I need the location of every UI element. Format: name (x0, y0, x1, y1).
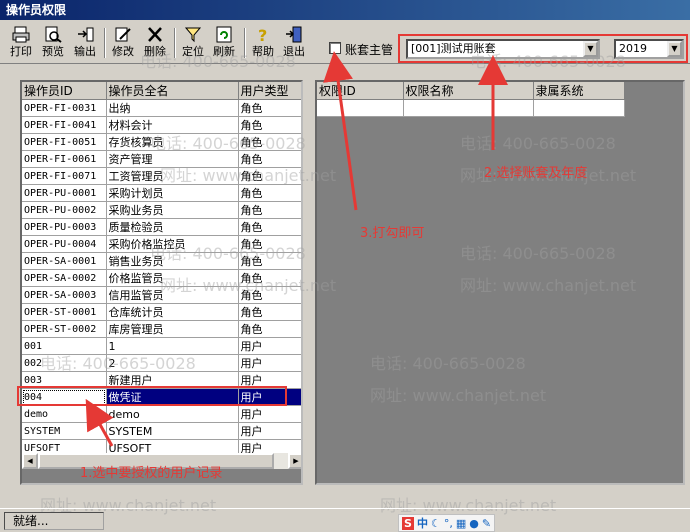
annotation-step2: 2.选择账套及年度 (484, 166, 588, 181)
keyboard-icon[interactable]: ▦ (456, 517, 466, 530)
moon-icon[interactable]: ☾ (431, 517, 441, 530)
status-text: 就绪... (4, 512, 104, 530)
annotation-arrows (85, 51, 508, 447)
annotation-step3: 3.打勾即可 (360, 226, 425, 241)
user-icon[interactable]: ● (469, 517, 479, 530)
wrench-icon[interactable]: ✎ (482, 517, 491, 530)
status-bar: 就绪... (0, 508, 690, 532)
arrow-step3 (323, 51, 358, 211)
sogou-icon[interactable]: S (402, 516, 414, 530)
punctuation-icon[interactable]: °, (444, 517, 453, 530)
ime-toolbar[interactable]: S 中 ☾ °, ▦ ● ✎ (398, 514, 496, 532)
chinese-mode-icon[interactable]: 中 (417, 515, 428, 531)
arrow-step1 (85, 398, 114, 447)
annotation-step1: 1.选中要授权的用户记录 (80, 466, 223, 481)
